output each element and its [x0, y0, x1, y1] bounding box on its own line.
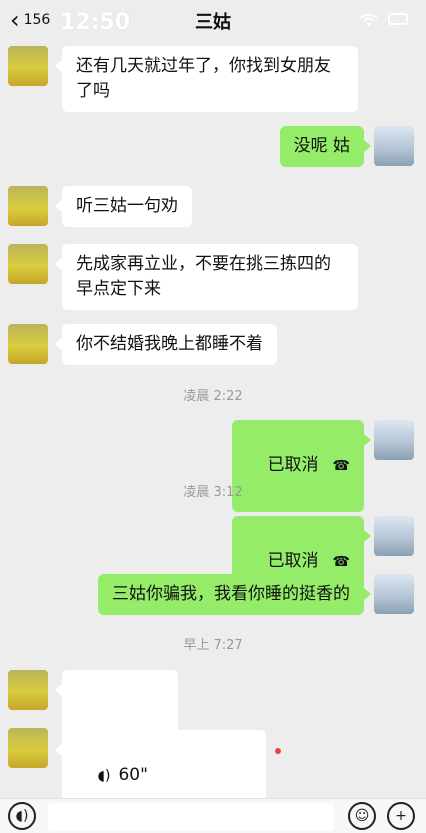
message-bubble-in[interactable]: 你不结婚我晚上都睡不着 — [55, 324, 277, 365]
voice-input-button[interactable]: ◖) — [8, 802, 36, 830]
message-bubble-out[interactable]: 三姑你骗我，我看你睡的挺香的 — [98, 574, 371, 615]
timestamp: 凌晨 2:22 — [183, 389, 243, 404]
plus-button[interactable]: + — [387, 802, 415, 830]
message-row: ◖) 60" — [0, 726, 426, 822]
avatar-sangu[interactable] — [8, 728, 48, 768]
call-status-label: 已取消 — [267, 551, 319, 571]
voice-duration: 60" — [118, 765, 148, 785]
message-row: 你不结婚我晚上都睡不着 — [0, 322, 426, 366]
wifi-icon — [360, 12, 378, 27]
input-bar: ◖) ☺ + — [0, 798, 426, 833]
message-bubble-in[interactable]: 先成家再立业，不要在挑三拣四的 早点定下来 — [55, 244, 358, 310]
status-icons — [360, 12, 408, 27]
voice-wave-icon: ◖) — [97, 768, 111, 784]
message-bubble-in[interactable]: 还有几天就过年了，你找到女朋友 了吗 — [55, 46, 358, 112]
phone-hangup-icon: ☎ — [332, 458, 350, 474]
message-row: 听三姑一句劝 — [0, 184, 426, 228]
message-row: 已取消 ☎ — [0, 418, 426, 512]
timestamp: 早上 7:27 — [183, 638, 243, 653]
battery-icon — [388, 13, 408, 25]
emoji-button[interactable]: ☺ — [348, 802, 376, 830]
message-bubble-in[interactable]: 听三姑一句劝 — [55, 186, 192, 227]
chat-header: ‹ 156 12:50 三姑 — [0, 0, 426, 44]
unread-dot — [275, 748, 281, 754]
timestamp: 凌晨 3:12 — [183, 485, 243, 500]
avatar-me[interactable] — [374, 516, 414, 556]
voice-wave-icon: ◖) — [15, 808, 29, 824]
message-row: 先成家再立业，不要在挑三拣四的 早点定下来 — [0, 242, 426, 312]
avatar-sangu[interactable] — [8, 244, 48, 284]
avatar-me[interactable] — [374, 574, 414, 614]
avatar-sangu[interactable] — [8, 324, 48, 364]
avatar-sangu[interactable] — [8, 186, 48, 226]
message-row: 没呢 姑 — [0, 124, 426, 168]
avatar-sangu[interactable] — [8, 46, 48, 86]
avatar-me[interactable] — [374, 126, 414, 166]
message-row: 已取消 ☎ — [0, 514, 426, 608]
message-row: 三姑你骗我，我看你睡的挺香的 — [0, 572, 426, 616]
message-bubble-out[interactable]: 没呢 姑 — [279, 126, 372, 167]
message-input[interactable] — [48, 803, 334, 831]
call-status-label: 已取消 — [267, 455, 319, 475]
message-row: 还有几天就过年了，你找到女朋友 了吗 — [0, 44, 426, 114]
emoji-icon: ☺ — [354, 808, 370, 824]
avatar-sangu[interactable] — [8, 670, 48, 710]
plus-icon: + — [395, 808, 407, 824]
avatar-me[interactable] — [374, 420, 414, 460]
message-row: 😊😊😊 — [0, 668, 426, 786]
